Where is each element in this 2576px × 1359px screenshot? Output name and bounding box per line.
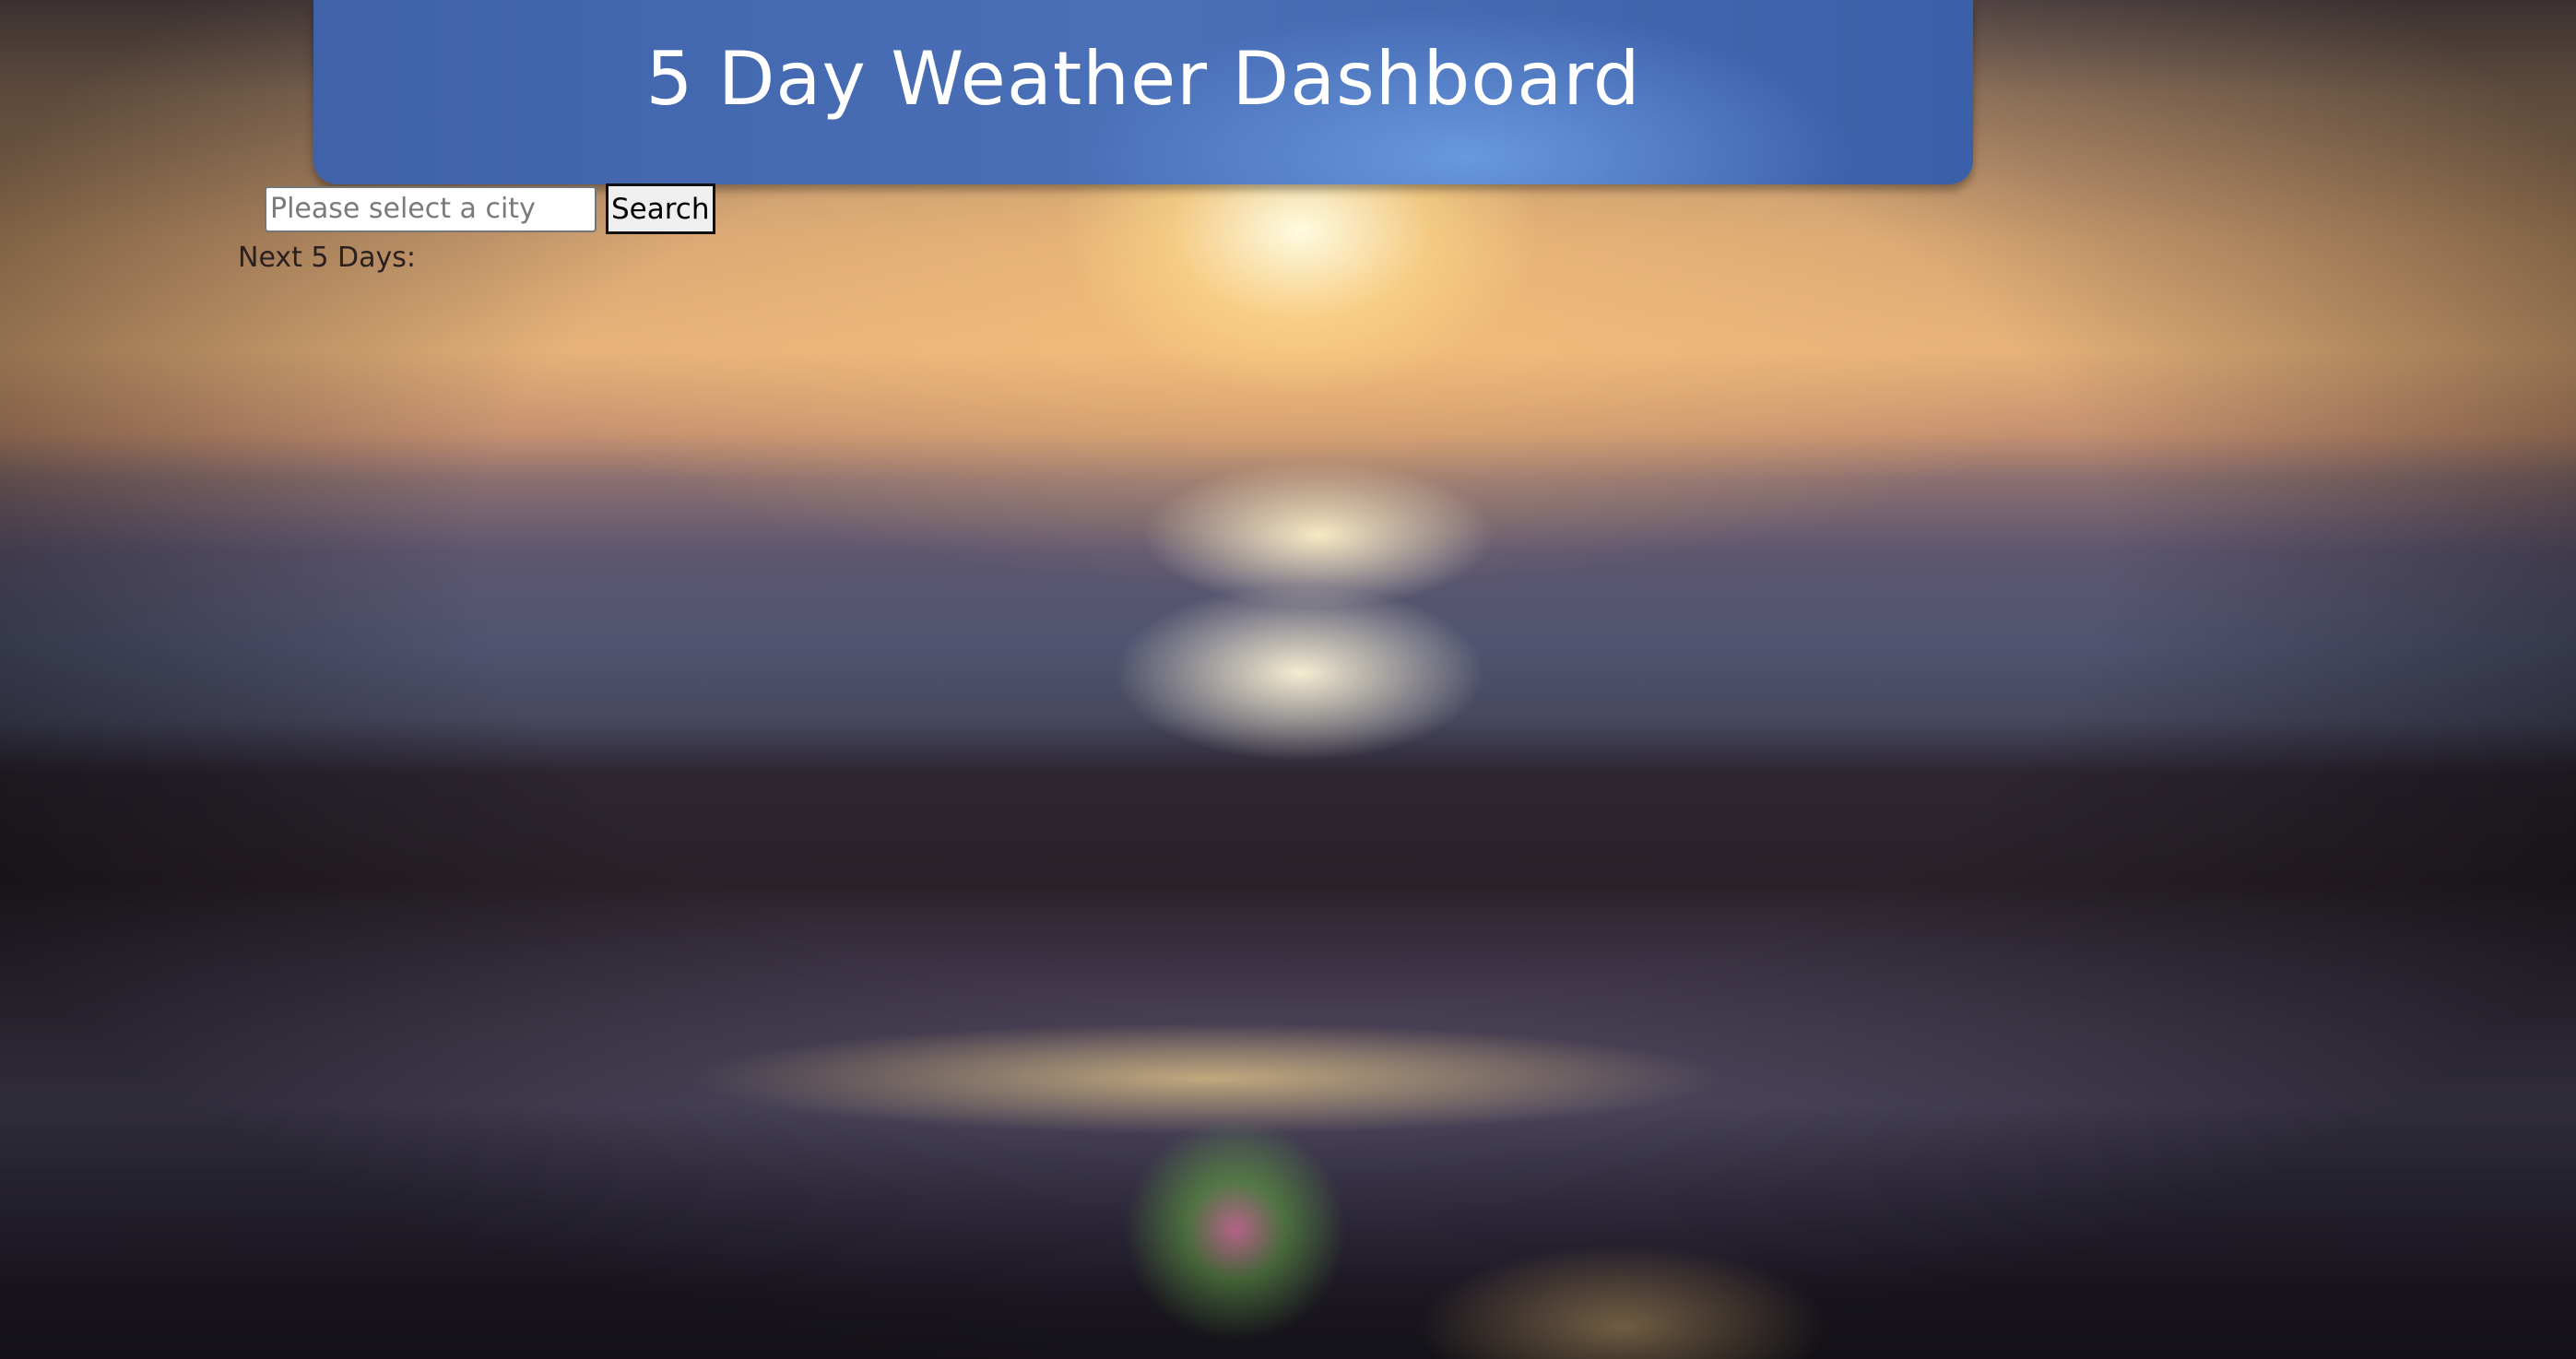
search-button[interactable]: Search [606,183,715,234]
page-background: 5 Day Weather Dashboard Search Next 5 Da… [0,0,2576,1359]
search-form: Search [265,183,715,234]
page-title: 5 Day Weather Dashboard [645,35,1641,122]
dashboard-header: 5 Day Weather Dashboard [313,0,1973,184]
city-search-input[interactable] [265,185,597,232]
forecast-heading: Next 5 Days: [238,242,417,274]
